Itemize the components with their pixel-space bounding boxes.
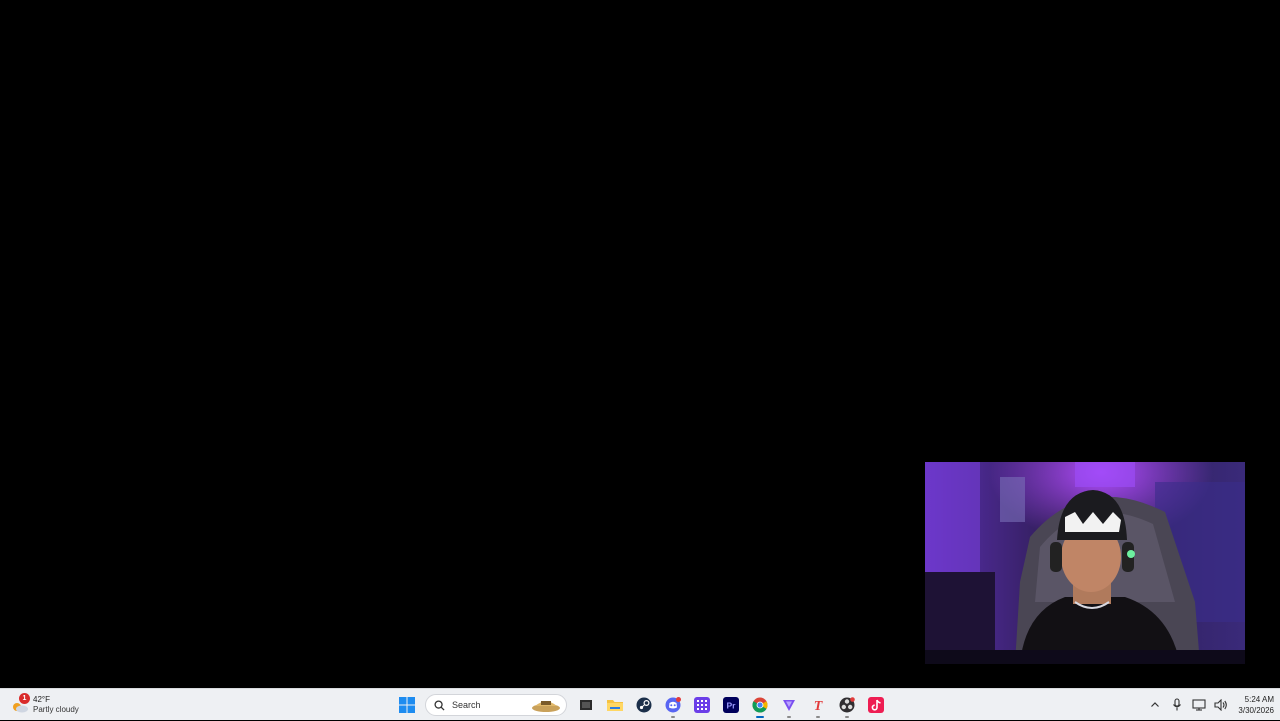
chevron-up-icon[interactable]	[1147, 697, 1163, 713]
task-view-button[interactable]	[573, 691, 599, 719]
steam-button[interactable]	[631, 691, 657, 719]
grid-app-icon	[693, 697, 710, 713]
system-tray: 5:24 AM 3/30/2026	[1144, 689, 1274, 721]
svg-text:T: T	[813, 699, 823, 713]
obs-button[interactable]	[834, 691, 860, 719]
chrome-icon	[751, 697, 768, 713]
text-t-app-button[interactable]: T	[805, 691, 831, 719]
network-icon[interactable]	[1191, 697, 1207, 713]
microphone-icon[interactable]	[1169, 697, 1185, 713]
premiere-pro-icon: Pr	[722, 697, 739, 713]
tiktok-icon	[867, 697, 884, 713]
weather-temperature: 42°F	[33, 695, 50, 704]
discord-button[interactable]	[660, 691, 686, 719]
folder-icon	[606, 700, 623, 711]
text-t-icon: T	[813, 699, 823, 713]
taskbar: 1 42°F Partly cloudy Search Pr T 5:24 AM…	[0, 688, 1280, 720]
file-explorer-button[interactable]	[602, 691, 628, 719]
streamlabs-button[interactable]	[776, 691, 802, 719]
webcam-feed-image	[925, 462, 1245, 664]
volume-icon[interactable]	[1213, 697, 1229, 713]
premiere-pro-button[interactable]: Pr	[718, 691, 744, 719]
search-highlight-icon	[532, 701, 560, 712]
discord-icon	[665, 697, 681, 713]
clock-date: 3/30/2026	[1238, 706, 1274, 715]
streamlabs-icon	[782, 700, 795, 711]
partly-cloudy-icon: 1	[10, 693, 30, 715]
chrome-button[interactable]	[747, 691, 773, 719]
weather-alert-badge: 1	[19, 693, 30, 704]
weather-condition: Partly cloudy	[33, 705, 79, 714]
webcam-overlay	[925, 462, 1245, 664]
taskbar-apps: Search Pr T	[392, 689, 890, 721]
tiktok-button[interactable]	[863, 691, 889, 719]
weather-widget[interactable]: 1 42°F Partly cloudy	[10, 691, 100, 719]
task-view-icon	[579, 700, 592, 710]
search-placeholder: Search	[452, 700, 481, 710]
clock-time: 5:24 AM	[1244, 695, 1274, 704]
taskbar-search-box[interactable]: Search	[425, 694, 567, 716]
search-icon	[434, 699, 445, 711]
start-button[interactable]	[394, 691, 420, 719]
grid-app-button[interactable]	[689, 691, 715, 719]
windows-logo-icon	[398, 697, 415, 713]
steam-icon	[636, 697, 651, 713]
obs-icon	[839, 697, 855, 713]
svg-text:Pr: Pr	[726, 701, 736, 711]
taskbar-clock[interactable]: 5:24 AM 3/30/2026	[1238, 694, 1274, 716]
